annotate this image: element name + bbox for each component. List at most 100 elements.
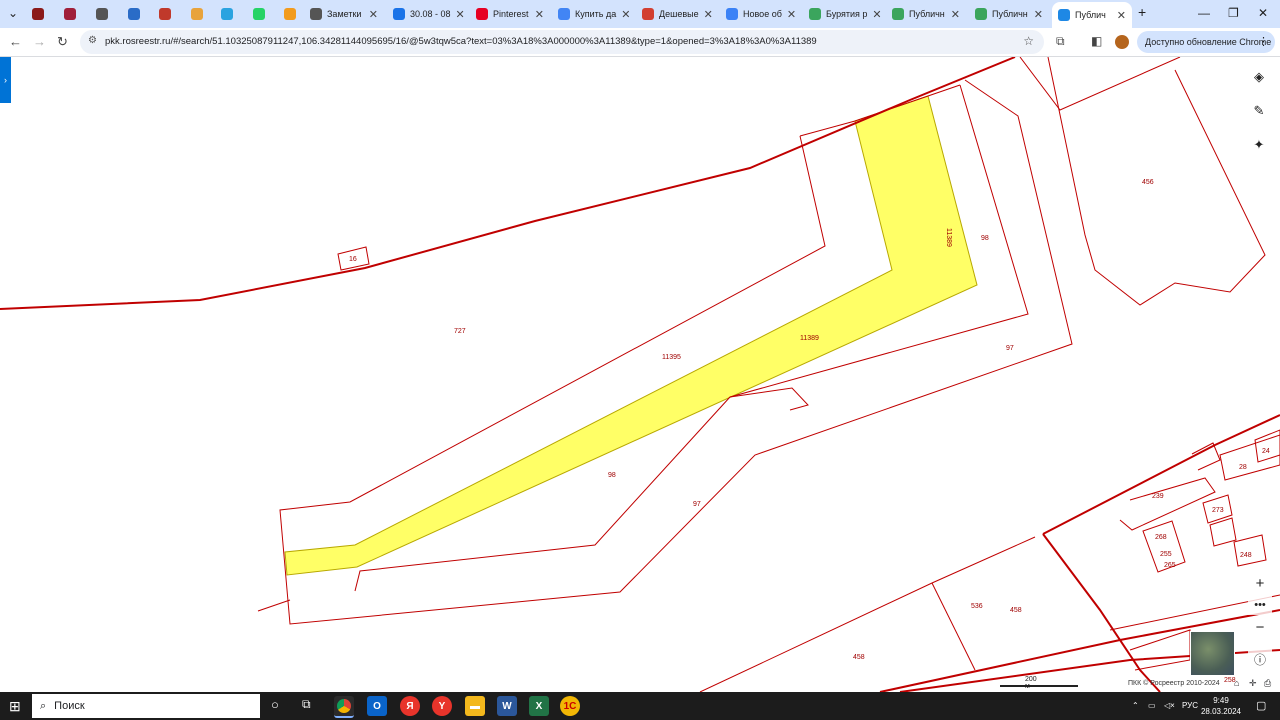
parcel-label-97-upper[interactable]: 97 — [1006, 345, 1014, 352]
parcel-label-273[interactable]: 273 — [1212, 507, 1224, 514]
reload-button[interactable]: ↻ — [57, 34, 68, 50]
parcel-label-98-upper[interactable]: 98 — [981, 235, 989, 242]
site-info-icon[interactable]: ⚙ — [88, 35, 97, 46]
cortana-icon[interactable]: ○ — [271, 697, 279, 712]
outlook-icon[interactable]: O — [367, 696, 387, 716]
info-icon[interactable]: ⓘ — [1248, 649, 1272, 669]
close-tab-icon[interactable]: ✕ — [704, 8, 713, 21]
browser-tab[interactable]: Бурятия р ✕ — [803, 3, 883, 25]
more-tools-icon[interactable]: ••• — [1248, 595, 1272, 615]
close-tab-icon[interactable]: ✕ — [456, 8, 465, 21]
browser-tab[interactable]: Публичн ✕ — [969, 3, 1049, 25]
parcel-label-536[interactable]: 536 — [971, 603, 983, 610]
yandex-icon[interactable]: Я — [400, 696, 420, 716]
url-text[interactable]: pkk.rosreestr.ru/#/search/51.10325087911… — [105, 36, 817, 47]
parcel-label-265[interactable]: 265 — [1164, 562, 1176, 569]
tray-chevron-icon[interactable]: ⌃ — [1132, 701, 1139, 710]
parcel-label-97-lower[interactable]: 97 — [693, 501, 701, 508]
parcel-label-16[interactable]: 16 — [349, 256, 357, 263]
parcel-label-248[interactable]: 248 — [1240, 552, 1252, 559]
restore-button[interactable]: ❐ — [1228, 6, 1239, 20]
browser-tab[interactable] — [278, 3, 304, 25]
more-menu-icon[interactable]: ⋮ — [1258, 35, 1269, 48]
browser-tab[interactable]: 30.08 - 08 ✕ — [387, 3, 467, 25]
zoom-out-button[interactable]: − — [1248, 617, 1272, 637]
minimize-button[interactable]: — — [1198, 6, 1210, 20]
browser-tab[interactable] — [247, 3, 273, 25]
parcel-label-239[interactable]: 239 — [1152, 493, 1164, 500]
parcel-label-268[interactable]: 268 — [1155, 534, 1167, 541]
parcel-label-11395[interactable]: 11395 — [662, 354, 681, 361]
browser-tab[interactable] — [153, 3, 179, 25]
profile-avatar[interactable] — [1115, 35, 1129, 49]
close-tab-icon[interactable]: ✕ — [535, 8, 544, 21]
parcel-label-458-upper[interactable]: 458 — [1010, 607, 1022, 614]
notifications-icon[interactable]: ▢ — [1256, 699, 1266, 712]
browser-tab[interactable]: Новое об ✕ — [720, 3, 800, 25]
browser-tab[interactable] — [122, 3, 148, 25]
new-tab-button[interactable]: + — [1138, 4, 1146, 20]
cadastral-map[interactable]: 16 727 11395 11389 11389 98 98 97 97 456… — [0, 57, 1280, 692]
clock[interactable]: 9:49 28.03.2024 — [1196, 695, 1246, 717]
parcel-label-458-lower[interactable]: 458 — [853, 654, 865, 661]
browser-tab[interactable]: Публичн ✕ — [886, 3, 966, 25]
close-tab-icon[interactable]: ✕ — [621, 8, 630, 21]
browser-tab[interactable] — [26, 3, 52, 25]
word-icon[interactable]: W — [497, 696, 517, 716]
satellite-minimap[interactable] — [1190, 631, 1235, 676]
zoom-in-button[interactable]: + — [1248, 573, 1272, 593]
browser-tab[interactable]: Купить да ✕ — [552, 3, 632, 25]
forward-button[interactable]: → — [33, 34, 46, 49]
task-view-icon[interactable]: ⧉ — [302, 697, 311, 712]
parcel-label-255[interactable]: 255 — [1160, 551, 1172, 558]
layers-icon[interactable]: ◈ — [1245, 63, 1273, 91]
parcel-label-98-lower[interactable]: 98 — [608, 472, 616, 479]
chrome-update-button[interactable]: Доступно обновление Chrome ⋮ — [1137, 31, 1275, 53]
browser-toolbar: ← → ↻ ⚙ pkk.rosreestr.ru/#/search/51.103… — [0, 28, 1280, 57]
browser-tab[interactable]: Pinterest ✕ — [470, 3, 550, 25]
ruler-icon[interactable]: ✎ — [1245, 97, 1273, 125]
parcel-label-11389[interactable]: 11389 — [800, 335, 819, 342]
parcel-label-11389-vertical[interactable]: 11389 — [945, 228, 952, 247]
close-tab-icon[interactable]: ✕ — [787, 8, 796, 21]
home-icon[interactable]: ⌂ — [1234, 678, 1239, 688]
browser-tab[interactable]: Дешевые ✕ — [636, 3, 716, 25]
parcel-label-727[interactable]: 727 — [454, 328, 466, 335]
parcel-label-24[interactable]: 24 — [1262, 448, 1270, 455]
parcel-label-456[interactable]: 456 — [1142, 179, 1154, 186]
crosshair-icon[interactable]: ✛ — [1249, 678, 1257, 689]
network-icon[interactable]: ▭ — [1148, 701, 1156, 710]
browser-tab[interactable]: Заметки ✕ — [304, 3, 384, 25]
excel-icon[interactable]: X — [529, 696, 549, 716]
taskbar-search[interactable]: ⌕ Поиск — [32, 694, 260, 718]
back-button[interactable]: ← — [9, 34, 22, 49]
chrome-taskbar-icon[interactable] — [334, 696, 354, 718]
extensions-icon[interactable]: ⧉ — [1056, 34, 1065, 49]
bookmark-star-icon[interactable]: ☆ — [1023, 34, 1034, 48]
close-tab-icon[interactable]: ✕ — [1034, 8, 1043, 21]
browser-tab[interactable] — [90, 3, 116, 25]
windows-start-icon[interactable]: ⊞ — [9, 698, 21, 715]
close-tab-icon[interactable]: ✕ — [951, 8, 960, 21]
address-bar[interactable]: ⚙ pkk.rosreestr.ru/#/search/51.103250879… — [80, 30, 1044, 54]
1c-icon[interactable]: 1C — [560, 696, 580, 716]
print-icon[interactable]: ⎙ — [1264, 678, 1271, 689]
selected-parcel-11389[interactable] — [284, 95, 978, 576]
yandex-browser-icon[interactable]: Y — [432, 696, 452, 716]
side-panel-toggle[interactable]: › — [0, 57, 11, 103]
close-tab-icon[interactable]: ✕ — [872, 8, 881, 21]
browser-tab[interactable] — [215, 3, 241, 25]
volume-icon[interactable]: ◁× — [1164, 701, 1175, 710]
tab-search-chevron-icon[interactable]: ⌄ — [8, 6, 18, 20]
parcel-label-28[interactable]: 28 — [1239, 464, 1247, 471]
side-panel-icon[interactable]: ◧ — [1091, 34, 1102, 48]
close-window-button[interactable]: ✕ — [1258, 6, 1268, 20]
browser-tab[interactable] — [185, 3, 211, 25]
browser-tab[interactable]: Публич ✕ — [1052, 2, 1132, 28]
close-tab-icon[interactable]: ✕ — [1117, 9, 1126, 22]
file-explorer-icon[interactable]: ▬ — [465, 696, 485, 716]
browser-tab[interactable] — [58, 3, 84, 25]
close-tab-icon[interactable]: ✕ — [369, 8, 378, 21]
site-icon — [726, 8, 738, 20]
locate-icon[interactable]: ✦ — [1245, 131, 1273, 159]
